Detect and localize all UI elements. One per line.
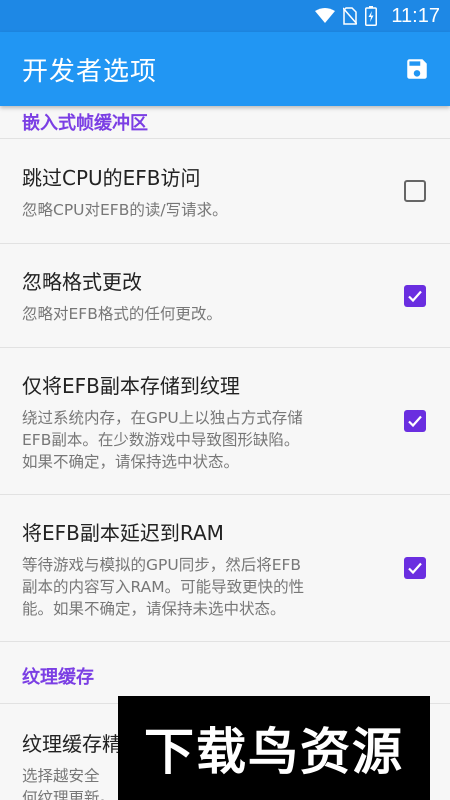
watermark-logo: 下载鸟资源 bbox=[118, 696, 430, 800]
app-bar: 开发者选项 bbox=[0, 32, 450, 106]
save-button[interactable] bbox=[404, 56, 430, 82]
setting-description: 忽略CPU对EFB的读/写请求。 bbox=[22, 200, 228, 219]
setting-title: 将EFB副本延迟到RAM bbox=[22, 520, 224, 545]
setting-skip-efb-cpu[interactable]: 跳过CPU的EFB访问 忽略CPU对EFB的读/写请求。 bbox=[0, 139, 450, 244]
setting-efb-to-texture[interactable]: 仅将EFB副本存储到纹理 绕过系统内存，在GPU上以独占方式存储 EFB副本。在… bbox=[0, 348, 450, 495]
setting-description: 忽略对EFB格式的任何更改。 bbox=[22, 305, 222, 323]
wifi-icon bbox=[315, 8, 336, 24]
section-header-efb: 嵌入式帧缓冲区 bbox=[0, 106, 450, 139]
status-bar: 11:17 bbox=[0, 0, 450, 32]
checkmark-icon bbox=[408, 415, 422, 428]
page-title: 开发者选项 bbox=[22, 56, 158, 87]
setting-title: 跳过CPU的EFB访问 bbox=[22, 165, 201, 190]
setting-description: 绕过系统内存，在GPU上以独占方式存储 EFB副本。在少数游戏中导致图形缺陷。 … bbox=[22, 408, 303, 471]
no-sim-icon bbox=[343, 7, 358, 25]
battery-charging-icon bbox=[365, 6, 378, 26]
section-header-texture-cache: 纹理缓存 bbox=[0, 642, 450, 704]
save-icon bbox=[407, 59, 427, 79]
checkmark-icon bbox=[408, 290, 422, 302]
setting-ignore-format-changes[interactable]: 忽略格式更改 忽略对EFB格式的任何更改。 bbox=[0, 244, 450, 348]
ignore-format-changes-checkbox[interactable] bbox=[404, 284, 426, 307]
checkmark-icon bbox=[408, 562, 422, 575]
skip-efb-cpu-checkbox[interactable] bbox=[404, 180, 426, 202]
setting-title: 忽略格式更改 bbox=[22, 270, 142, 294]
status-time: 11:17 bbox=[391, 4, 440, 27]
setting-description: 等待游戏与模拟的GPU同步，然后将EFB 副本的内容写入RAM。可能导致更快的性… bbox=[22, 555, 305, 618]
settings-list[interactable]: 嵌入式帧缓冲区 跳过CPU的EFB访问 忽略CPU对EFB的读/写请求。 忽略格… bbox=[0, 106, 450, 800]
setting-title: 仅将EFB副本存储到纹理 bbox=[22, 373, 240, 398]
defer-efb-to-ram-checkbox[interactable] bbox=[404, 557, 426, 579]
setting-defer-efb-to-ram[interactable]: 将EFB副本延迟到RAM 等待游戏与模拟的GPU同步，然后将EFB 副本的内容写… bbox=[0, 495, 450, 642]
efb-to-texture-checkbox[interactable] bbox=[404, 410, 426, 432]
